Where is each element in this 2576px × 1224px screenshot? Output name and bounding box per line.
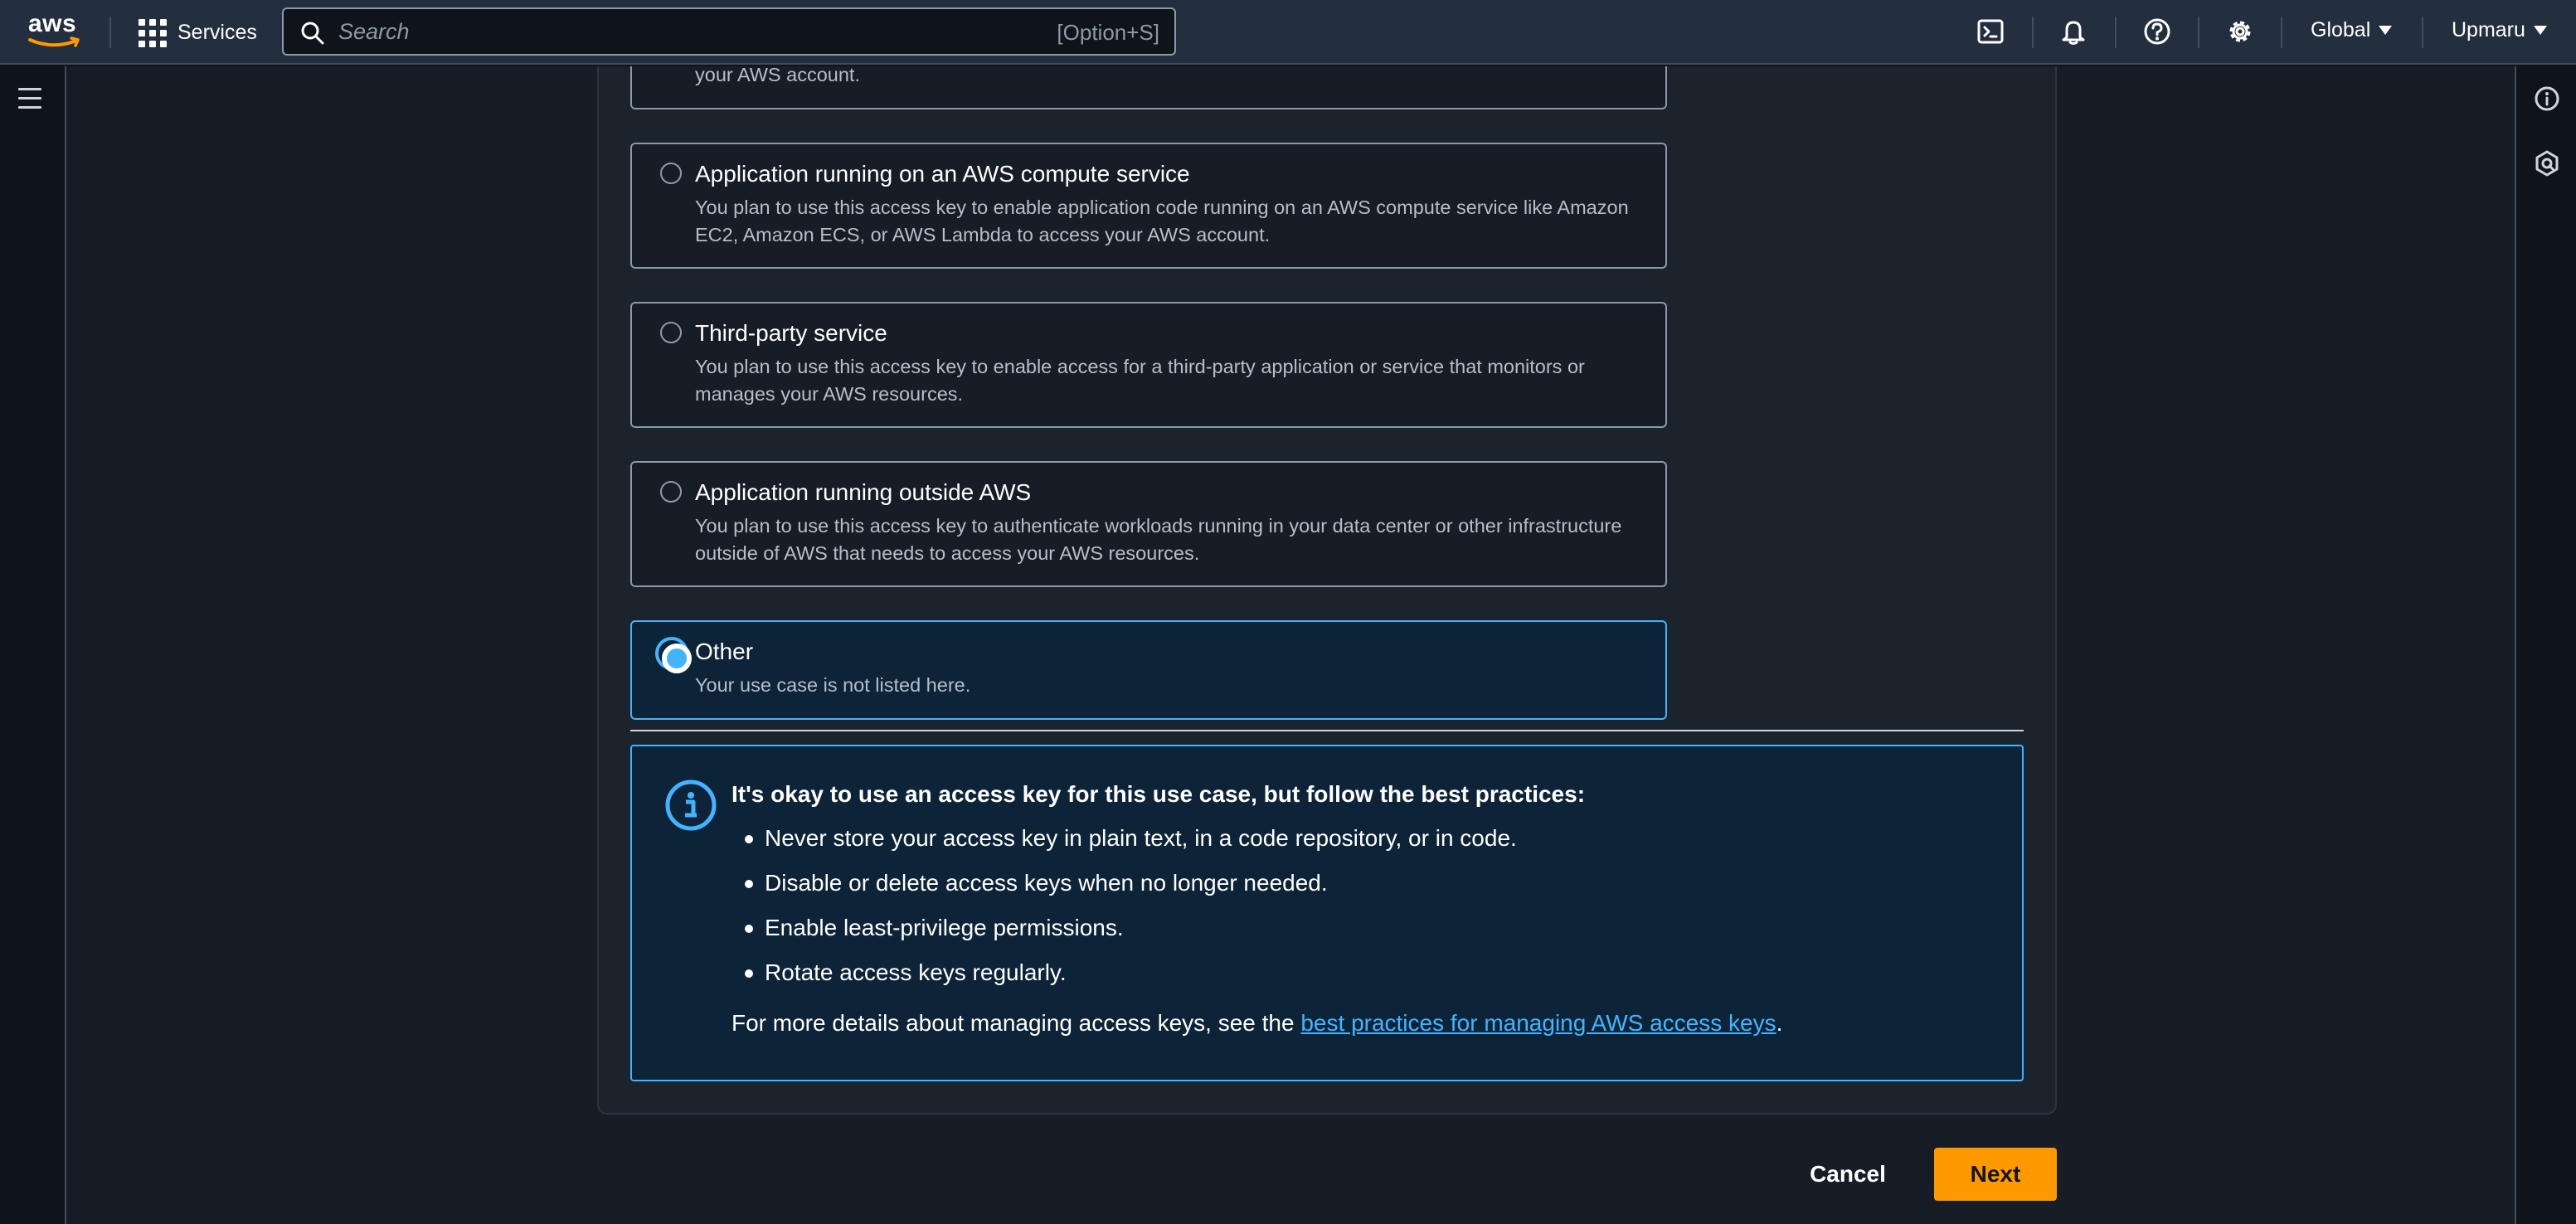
best-practices-alert: It's okay to use an access key for this …	[630, 745, 2024, 1081]
list-item: Enable least-privilege permissions.	[731, 914, 1517, 959]
alert-footer: For more details about managing access k…	[731, 1010, 1782, 1037]
option-title: Application running outside AWS	[695, 479, 1032, 505]
search-bar[interactable]: [Option+S]	[282, 7, 1176, 56]
search-input[interactable]	[338, 16, 1002, 47]
use-case-option-third-party[interactable]: Third-party service You plan to use this…	[630, 302, 1667, 428]
best-practices-link[interactable]: best practices for managing AWS access k…	[1300, 1010, 1776, 1036]
info-icon	[665, 780, 717, 831]
caret-down-icon	[2379, 26, 2393, 35]
section-divider	[630, 730, 2024, 731]
radio-button-selected[interactable]	[655, 637, 692, 673]
cancel-button[interactable]: Cancel	[1791, 1149, 1904, 1199]
option-description: Your use case is not listed here.	[695, 674, 971, 696]
aws-logo[interactable]: aws	[28, 12, 83, 51]
help-icon[interactable]	[2141, 15, 2174, 48]
option-description: You plan to use this access key to enabl…	[695, 356, 1585, 405]
best-practices-list: Never store your access key in plain tex…	[731, 824, 1517, 1003]
nav-separator	[2422, 17, 2423, 48]
nav-separator	[2115, 17, 2117, 48]
nav-separator	[2281, 17, 2282, 48]
option-title: Application running on an AWS compute se…	[695, 161, 1190, 187]
nav-separator	[2032, 17, 2034, 48]
list-item: Disable or delete access keys when no lo…	[731, 869, 1517, 914]
info-panel-icon[interactable]	[2533, 85, 2561, 113]
use-case-option-other[interactable]: Other Your use case is not listed here.	[630, 620, 1667, 720]
nav-separator	[109, 17, 111, 48]
aws-smile-icon	[28, 36, 80, 47]
option-description: You plan to use this access key to authe…	[695, 515, 1622, 564]
left-side-rail	[0, 66, 66, 1224]
services-menu-button[interactable]: Services	[138, 17, 257, 48]
right-side-rail	[2515, 66, 2576, 1224]
use-case-option-aws-compute[interactable]: Application running on an AWS compute se…	[630, 143, 1667, 269]
footer-period: .	[1776, 1010, 1783, 1036]
use-case-option-partial[interactable]: your AWS account.	[630, 64, 1667, 109]
use-case-option-outside-aws[interactable]: Application running outside AWS You plan…	[630, 461, 1667, 587]
option-title: Third-party service	[695, 320, 887, 346]
next-button[interactable]: Next	[1934, 1148, 2057, 1201]
alert-title: It's okay to use an access key for this …	[731, 781, 1586, 807]
account-menu[interactable]: Upmaru	[2452, 18, 2547, 42]
menu-icon[interactable]	[18, 88, 48, 111]
services-label: Services	[177, 20, 257, 44]
option-description: You plan to use this access key to enabl…	[695, 197, 1629, 245]
aws-logo-text: aws	[28, 10, 77, 37]
account-label: Upmaru	[2452, 18, 2525, 41]
nav-separator	[2198, 17, 2199, 48]
region-selector[interactable]: Global	[2311, 18, 2393, 42]
footer-text: For more details about managing access k…	[731, 1010, 1301, 1036]
radio-button[interactable]	[660, 481, 682, 503]
settings-icon[interactable]	[2224, 15, 2257, 48]
list-item: Rotate access keys regularly.	[731, 959, 1517, 1003]
cloudshell-icon[interactable]	[1974, 15, 2007, 48]
notifications-icon[interactable]	[2057, 15, 2090, 48]
option-description: your AWS account.	[695, 64, 860, 85]
search-icon	[301, 22, 324, 45]
caret-down-icon	[2533, 26, 2547, 35]
search-shortcut-hint: [Option+S]	[1057, 20, 1159, 45]
apps-grid-icon	[138, 18, 167, 47]
list-item: Never store your access key in plain tex…	[731, 824, 1517, 869]
option-title: Other	[695, 639, 754, 664]
radio-button[interactable]	[660, 322, 682, 343]
radio-button[interactable]	[660, 163, 682, 184]
feedback-panel-icon[interactable]	[2533, 149, 2561, 177]
region-label: Global	[2311, 18, 2371, 41]
top-navigation: aws Services [Option+S]	[0, 0, 2576, 65]
